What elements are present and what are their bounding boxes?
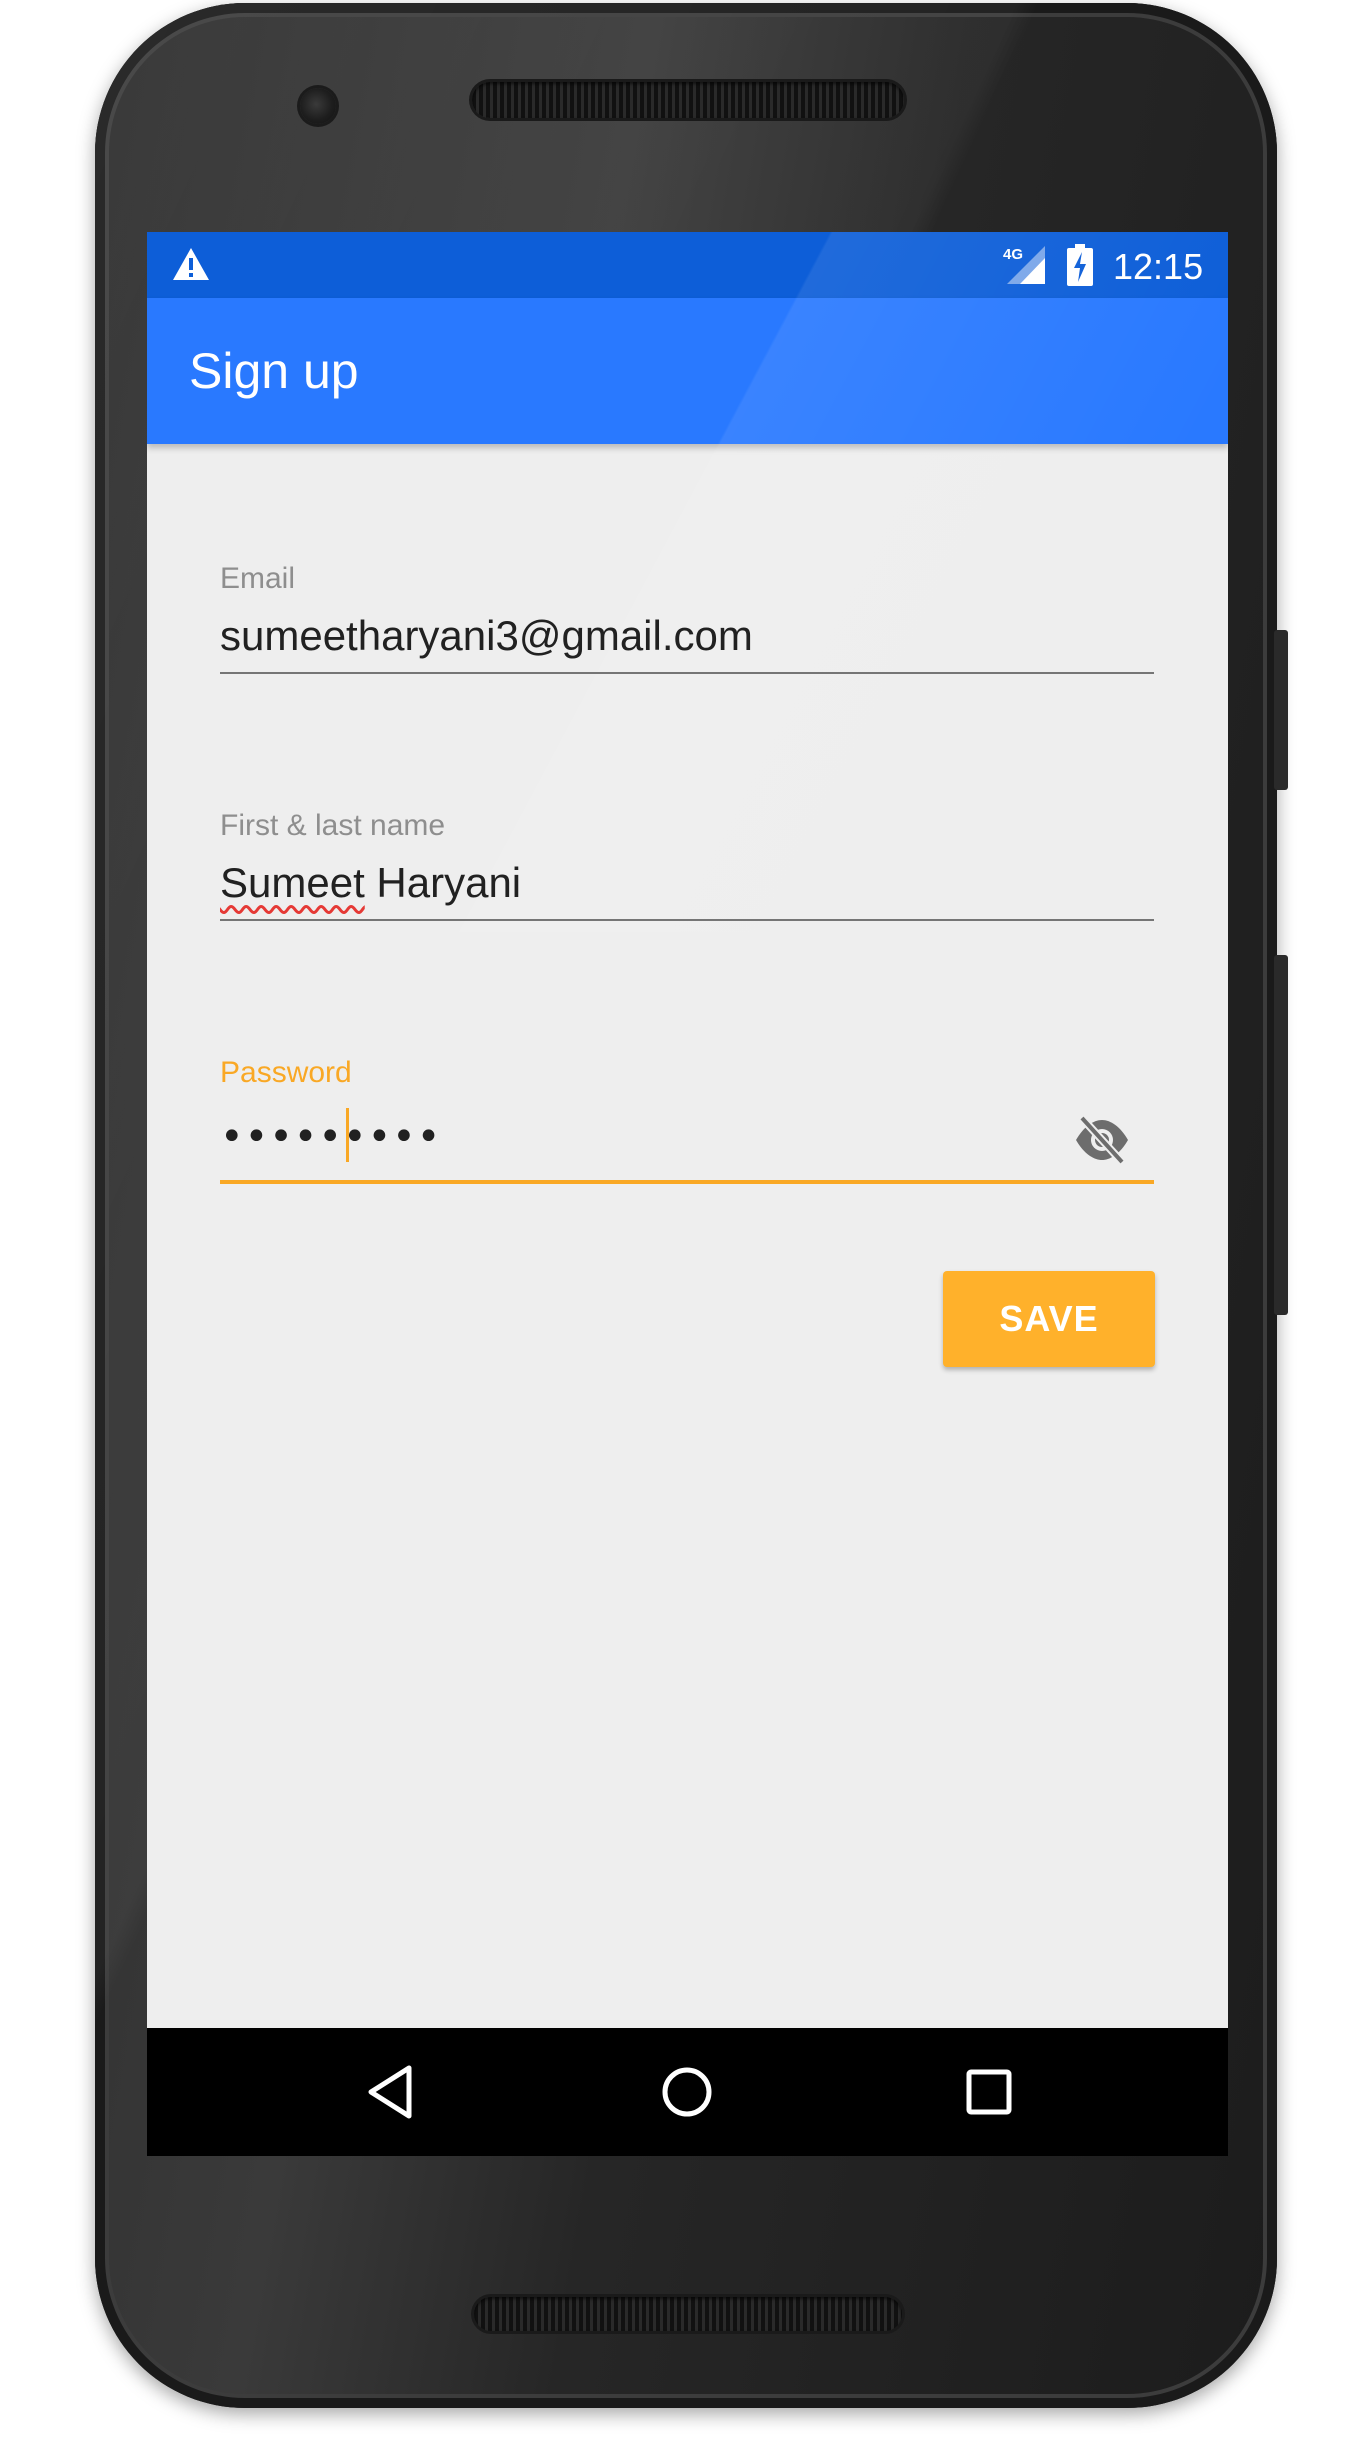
password-input[interactable]: ••••••••• (220, 1114, 441, 1160)
battery-charging-icon (1067, 244, 1093, 286)
screen: 4G 12:15 Sign up Email sumeetharyani3@gm… (147, 232, 1228, 2156)
email-input[interactable]: sumeetharyani3@gmail.com (220, 612, 753, 660)
name-field[interactable]: First & last name Sumeet Haryani (220, 809, 1154, 929)
app-bar: Sign up (147, 298, 1228, 444)
bottom-speaker (474, 2297, 902, 2331)
network-type-label: 4G (1003, 246, 1024, 263)
text-cursor (346, 1108, 349, 1162)
spellcheck-word: Sumeet (220, 859, 365, 906)
device-mockup: 4G 12:15 Sign up Email sumeetharyani3@gm… (0, 0, 1370, 2446)
password-field[interactable]: Password ••••••••• (220, 1056, 1154, 1186)
password-label: Password (220, 1056, 352, 1089)
name-input[interactable]: Sumeet Haryani (220, 859, 521, 907)
email-field[interactable]: Email sumeetharyani3@gmail.com (220, 562, 1154, 682)
status-bar: 4G 12:15 (147, 232, 1228, 298)
page-title: Sign up (189, 343, 359, 399)
power-button (1274, 630, 1288, 790)
back-triangle-icon[interactable] (357, 2058, 425, 2126)
volume-rocker (1274, 955, 1288, 1315)
name-input-rest: Haryani (364, 859, 522, 906)
warning-triangle-icon (173, 248, 209, 280)
email-underline (220, 672, 1154, 674)
status-time: 12:15 (1113, 246, 1204, 287)
email-label: Email (220, 562, 296, 595)
navigation-bar (147, 2028, 1228, 2156)
name-label: First & last name (220, 809, 446, 842)
front-camera (300, 88, 336, 124)
save-button[interactable]: SAVE (943, 1271, 1155, 1367)
recents-square-icon[interactable] (955, 2058, 1023, 2126)
password-underline (220, 1180, 1154, 1184)
top-speaker (472, 82, 904, 118)
name-underline (220, 919, 1154, 921)
home-circle-icon[interactable] (653, 2058, 721, 2126)
visibility-off-icon[interactable] (1072, 1114, 1132, 1166)
